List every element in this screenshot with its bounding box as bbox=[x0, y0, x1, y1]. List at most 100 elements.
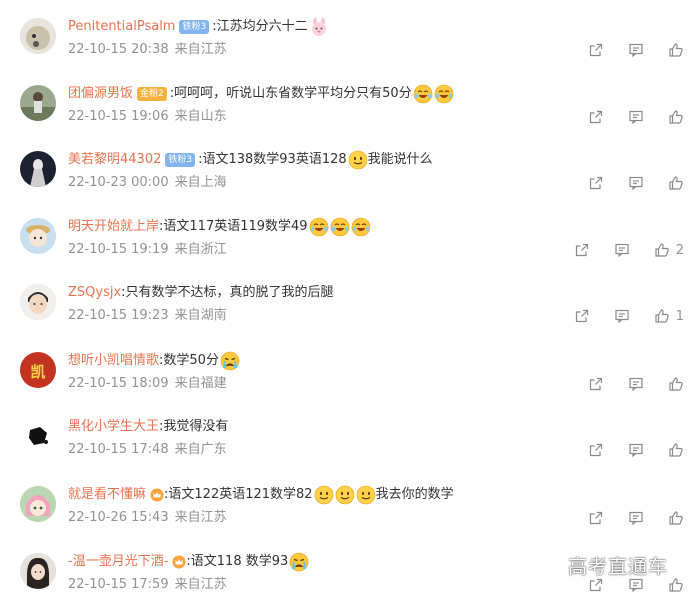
username-link[interactable]: ZSQysjx bbox=[68, 282, 121, 304]
comment-icon bbox=[628, 376, 644, 392]
reply-button[interactable] bbox=[628, 510, 644, 526]
avatar[interactable] bbox=[20, 418, 56, 454]
avatar[interactable] bbox=[20, 85, 56, 121]
like-button[interactable] bbox=[668, 109, 684, 125]
share-button[interactable] bbox=[588, 376, 604, 392]
share-button[interactable] bbox=[588, 109, 604, 125]
comment-icon bbox=[628, 442, 644, 458]
comment-actions bbox=[564, 440, 684, 460]
avatar[interactable] bbox=[20, 486, 56, 522]
thumbs-up-icon bbox=[668, 577, 684, 593]
reply-button[interactable] bbox=[614, 242, 630, 258]
comment-location: 来自江苏 bbox=[174, 42, 227, 57]
share-icon bbox=[588, 577, 604, 593]
member-crown-icon bbox=[172, 555, 186, 569]
comment-item: 团偏源男饭 金粉2:呵呵呵，听说山东省数学平均分只有50分 22-10-15 19:… bbox=[0, 71, 700, 137]
comment-icon bbox=[628, 175, 644, 191]
comment-location: 来自广东 bbox=[174, 442, 227, 457]
smile-emoji-icon bbox=[356, 485, 376, 505]
comment-item: ZSQysjx:只有数学不达标，真的脱了我的后腿 22-10-15 19:23 来自… bbox=[0, 270, 700, 336]
avatar[interactable] bbox=[20, 18, 56, 54]
comment-meta: 22-10-15 19:23 来自湖南 bbox=[68, 306, 227, 326]
avatar[interactable] bbox=[20, 218, 56, 254]
reply-button[interactable] bbox=[628, 376, 644, 392]
share-icon bbox=[588, 42, 604, 58]
share-icon bbox=[588, 442, 604, 458]
username-link[interactable]: 团偏源男饭 bbox=[68, 83, 133, 105]
comment-item: 黑化小学生大王:我觉得没有 22-10-15 17:48 来自广东 bbox=[0, 404, 700, 470]
share-button[interactable] bbox=[588, 42, 604, 58]
comment-text-tail: 我去你的数学 bbox=[375, 487, 454, 502]
comment-actions bbox=[564, 40, 684, 60]
avatar[interactable]: 凯 bbox=[20, 352, 56, 388]
username-link[interactable]: 就是看不懂嘛 bbox=[68, 484, 146, 506]
reply-button[interactable] bbox=[628, 175, 644, 191]
avatar[interactable] bbox=[20, 284, 56, 320]
like-button[interactable] bbox=[668, 442, 684, 458]
comment-text: :语文138数学93英语128 bbox=[198, 152, 347, 167]
comment-date: 22-10-15 20:38 bbox=[68, 42, 169, 57]
comment-header: 团偏源男饭 金粉2:呵呵呵，听说山东省数学平均分只有50分 bbox=[68, 83, 454, 105]
comment-text: :数学50分 bbox=[159, 353, 219, 368]
comment-item: PenitentialPsalm 铁粉3:江苏均分六十二 22-10-15 20:3… bbox=[0, 4, 700, 70]
thumbs-up-icon bbox=[654, 242, 670, 258]
comment-location: 来自浙江 bbox=[174, 242, 227, 257]
username-link[interactable]: 明天开始就上岸 bbox=[68, 216, 159, 238]
comment-meta: 22-10-15 19:19 来自浙江 bbox=[68, 240, 227, 260]
comment-meta: 22-10-15 20:38 来自江苏 bbox=[68, 40, 227, 60]
username-link[interactable]: 黑化小学生大王 bbox=[68, 416, 159, 438]
username-link[interactable]: 想听小凯唱情歌 bbox=[68, 350, 159, 372]
like-button[interactable] bbox=[668, 376, 684, 392]
avatar[interactable] bbox=[20, 151, 56, 187]
share-button[interactable] bbox=[588, 442, 604, 458]
like-button[interactable] bbox=[668, 42, 684, 58]
username-link[interactable]: 美若黎明44302 bbox=[68, 149, 161, 171]
username-link[interactable]: -温一壶月光下酒- bbox=[68, 551, 168, 573]
username-link[interactable]: PenitentialPsalm bbox=[68, 16, 175, 38]
bunny-emoji-icon bbox=[309, 17, 329, 37]
thumbs-up-icon bbox=[668, 376, 684, 392]
reply-button[interactable] bbox=[628, 109, 644, 125]
reply-button[interactable] bbox=[614, 308, 630, 324]
comment-actions: 2 bbox=[550, 240, 684, 260]
comment-item: 美若黎明44302 铁粉3:语文138数学93英语128 我能说什么 22-10-23… bbox=[0, 137, 700, 203]
comment-header: PenitentialPsalm 铁粉3:江苏均分六十二 bbox=[68, 16, 329, 38]
comment-text: :语文122英语121数学82 bbox=[164, 487, 313, 502]
share-icon bbox=[588, 376, 604, 392]
laugh-emoji-icon bbox=[413, 84, 433, 104]
like-button[interactable] bbox=[668, 510, 684, 526]
comment-meta: 22-10-23 00:00 来自上海 bbox=[68, 173, 227, 193]
share-button[interactable] bbox=[588, 577, 604, 593]
reply-button[interactable] bbox=[628, 42, 644, 58]
share-button[interactable] bbox=[574, 242, 590, 258]
thumbs-up-icon bbox=[668, 109, 684, 125]
comment-icon bbox=[628, 577, 644, 593]
comment-date: 22-10-15 19:06 bbox=[68, 109, 169, 124]
fan-badge: 金粉2 bbox=[137, 87, 167, 101]
avatar[interactable] bbox=[20, 553, 56, 589]
share-icon bbox=[588, 109, 604, 125]
comment-meta: 22-10-15 17:48 来自广东 bbox=[68, 440, 227, 460]
like-button[interactable]: 1 bbox=[654, 308, 684, 324]
share-button[interactable] bbox=[574, 308, 590, 324]
like-button[interactable]: 2 bbox=[654, 242, 684, 258]
like-button[interactable] bbox=[668, 175, 684, 191]
comment-icon bbox=[628, 42, 644, 58]
comment-actions bbox=[564, 173, 684, 193]
cry-emoji-icon bbox=[289, 552, 309, 572]
reply-button[interactable] bbox=[628, 442, 644, 458]
comment-actions bbox=[564, 374, 684, 394]
comment-header: 明天开始就上岸:语文117英语119数学49 bbox=[68, 216, 371, 238]
comment-date: 22-10-15 19:19 bbox=[68, 242, 169, 257]
share-icon bbox=[588, 510, 604, 526]
comment-item: 就是看不懂嘛:语文122英语121数学82 我去你的数学 22-10-26 15:4… bbox=[0, 472, 700, 538]
laugh-emoji-icon bbox=[330, 217, 350, 237]
share-button[interactable] bbox=[588, 510, 604, 526]
reply-button[interactable] bbox=[628, 577, 644, 593]
share-icon bbox=[574, 242, 590, 258]
share-button[interactable] bbox=[588, 175, 604, 191]
like-count: 2 bbox=[675, 242, 684, 258]
comment-text: :语文117英语119数学49 bbox=[159, 219, 308, 234]
comment-meta: 22-10-15 19:06 来自山东 bbox=[68, 107, 227, 127]
like-button[interactable] bbox=[668, 577, 684, 593]
